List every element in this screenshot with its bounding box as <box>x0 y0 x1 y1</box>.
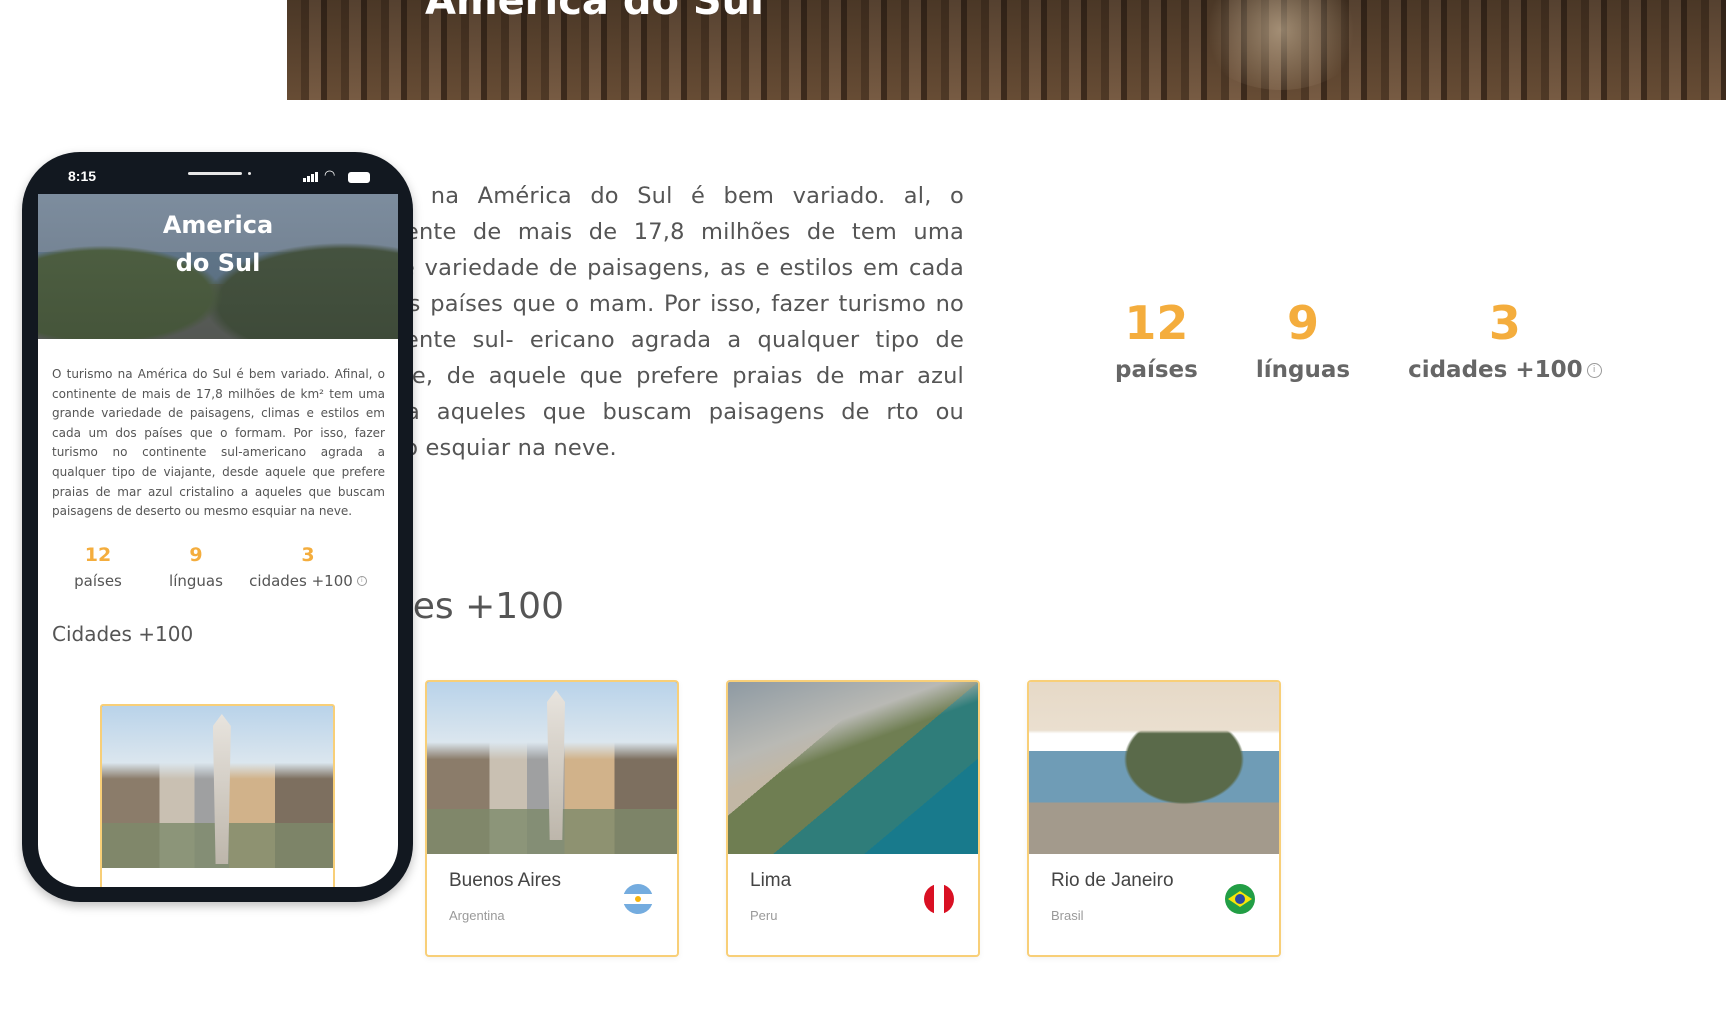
city-card-lima[interactable]: Lima Peru <box>726 680 980 957</box>
stat-value: 3 <box>301 543 315 566</box>
mobile-intro-text: O turismo na América do Sul é bem variad… <box>52 367 385 519</box>
title-line: do Sul <box>175 249 261 277</box>
country-name: Argentina <box>449 908 505 923</box>
stat-label: países <box>1115 357 1198 383</box>
city-name: Rio de Janeiro <box>1051 870 1174 891</box>
stat-label: cidades +100 <box>1408 357 1583 383</box>
card-body: Rio de Janeiro Brasil <box>1029 854 1279 955</box>
city-name: Lima <box>750 870 792 891</box>
page-title: America do Sul <box>425 0 764 24</box>
stat-label: línguas <box>1255 357 1351 383</box>
country-name: Brasil <box>1051 908 1084 923</box>
hero-banner: America do Sul <box>287 0 1726 100</box>
stat-cities: 3 cidades +100 i <box>1408 295 1602 383</box>
title-line: America <box>162 211 274 239</box>
stat-label: cidades +100 <box>249 571 353 590</box>
wifi-icon: ◠ <box>324 168 336 183</box>
stat-value: 9 <box>1286 296 1319 350</box>
notch-dot <box>248 172 251 175</box>
stat-cities: 3 cidades +100 i <box>234 542 382 590</box>
stat-value: 12 <box>1124 296 1189 350</box>
phone-mockup: 8:15 ◠ America do Sul O turismo na Améri… <box>22 152 413 902</box>
mobile-cities-heading: Cidades +100 <box>52 621 194 646</box>
intro-text: urismo na América do Sul é bem variado. … <box>334 183 964 461</box>
info-icon[interactable]: i <box>1586 363 1602 378</box>
card-body: Lima Peru <box>728 854 978 955</box>
stat-label: países <box>74 571 122 590</box>
status-time: 8:15 <box>68 168 97 184</box>
mobile-stats-row: 12 países 9 línguas 3 cidades +100 i <box>38 542 398 590</box>
mobile-hero: America do Sul <box>38 194 398 339</box>
stats-row: 12 países 9 línguas 3 cidades +100 i <box>1115 295 1660 383</box>
stat-languages: 9 línguas <box>158 542 234 590</box>
stat-value: 9 <box>189 543 203 566</box>
city-card-rio-de-janeiro[interactable]: Rio de Janeiro Brasil <box>1027 680 1281 957</box>
notch-indicator <box>188 172 242 175</box>
stat-languages: 9 línguas <box>1256 295 1350 383</box>
country-name: Peru <box>750 908 778 923</box>
stat-value: 3 <box>1488 296 1521 350</box>
stat-countries: 12 países <box>38 542 158 590</box>
city-photo <box>102 706 333 868</box>
stat-countries: 12 países <box>1115 295 1198 383</box>
battery-icon <box>348 172 370 183</box>
stat-value: 12 <box>84 543 112 566</box>
argentina-flag-icon <box>623 884 653 914</box>
city-name: Buenos Aires <box>449 870 561 891</box>
mobile-city-card[interactable] <box>100 704 335 887</box>
signal-icon <box>303 170 321 182</box>
peru-flag-icon <box>924 884 954 914</box>
info-icon[interactable]: i <box>356 576 367 587</box>
brazil-flag-icon <box>1225 884 1255 914</box>
city-photo <box>1029 682 1279 854</box>
city-card-buenos-aires[interactable]: Buenos Aires Argentina <box>425 680 679 957</box>
city-photo <box>427 682 677 854</box>
city-photo <box>728 682 978 854</box>
stat-label-wrap: cidades +100 i <box>234 572 382 590</box>
stat-label: línguas <box>169 571 223 590</box>
mobile-page-title: America do Sul <box>38 206 398 282</box>
stat-label-wrap: cidades +100 i <box>1408 357 1602 383</box>
phone-screen: America do Sul O turismo na América do S… <box>38 194 398 887</box>
card-body: Buenos Aires Argentina <box>427 854 677 955</box>
